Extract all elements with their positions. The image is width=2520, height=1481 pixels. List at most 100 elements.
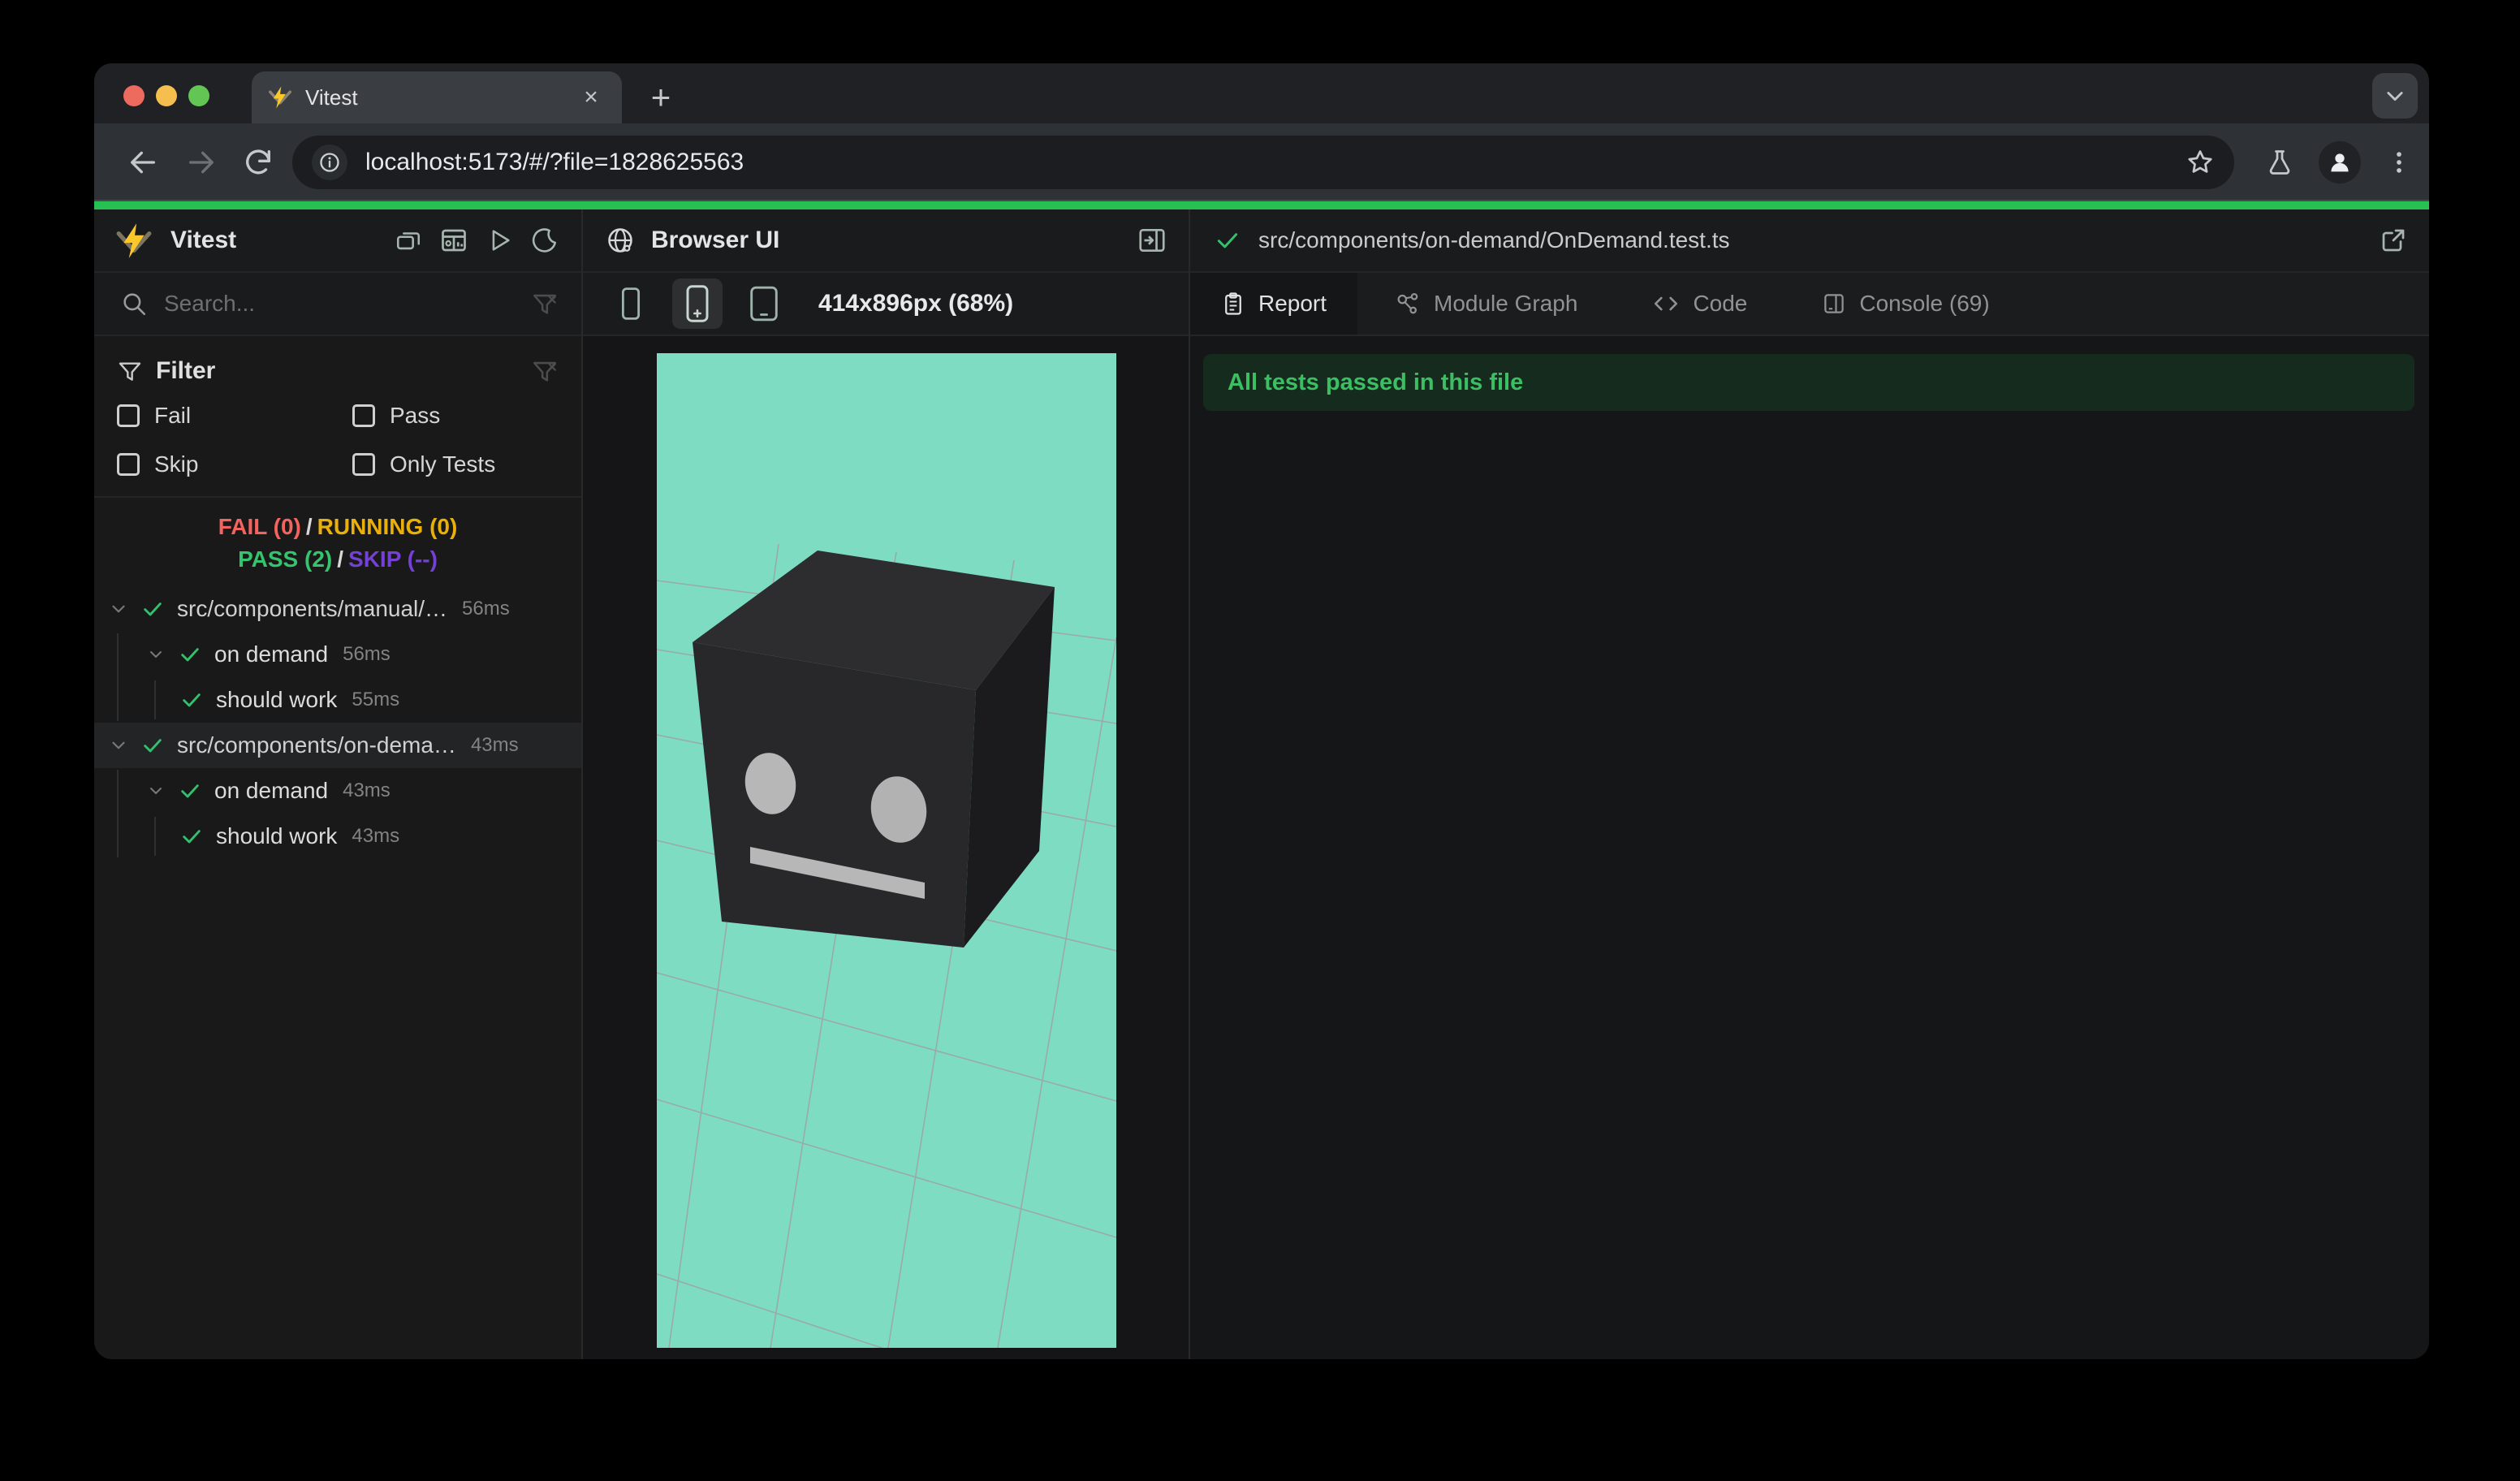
dock-panel-icon[interactable] [1137, 225, 1167, 256]
checkbox-box[interactable] [352, 453, 375, 476]
chevron-down-icon[interactable] [138, 781, 174, 801]
app-title: Vitest [170, 227, 237, 253]
pass-count: PASS (2) [238, 546, 333, 572]
tree-row-test[interactable]: should work 43ms [94, 814, 581, 859]
browser-toolbar: localhost:5173/#/?file=1828625563 [94, 123, 2429, 201]
profile-avatar[interactable] [2319, 141, 2361, 184]
sidebar-actions [393, 225, 560, 256]
file-path: src/components/on-demand/OnDemand.test.t… [1258, 227, 1730, 253]
dark-mode-moon-icon[interactable] [529, 225, 560, 256]
reload-button[interactable] [239, 143, 278, 182]
tab-title: Vitest [305, 84, 358, 110]
bookmark-star-icon[interactable] [2186, 148, 2215, 177]
browser-tab[interactable]: Vitest × [252, 71, 622, 123]
pass-check-icon [136, 734, 169, 757]
file-pass-check-icon [1215, 227, 1241, 253]
viewport-size-label: 414x896px (68%) [818, 290, 1014, 317]
vitest-logo-icon [115, 222, 153, 259]
fail-count: FAIL (0) [218, 514, 301, 539]
menu-dots-icon[interactable] [2385, 149, 2413, 176]
collapse-all-icon[interactable] [393, 225, 424, 256]
duration: 56ms [343, 643, 391, 665]
console-icon [1824, 294, 1845, 313]
chevron-down-icon[interactable] [138, 645, 174, 664]
pass-check-icon [175, 689, 208, 711]
chevron-down-icon[interactable] [101, 598, 136, 620]
run-all-icon[interactable] [484, 225, 515, 256]
filter-checkbox-pass[interactable]: Pass [352, 403, 440, 429]
tree-indent-guide [154, 680, 156, 719]
tab-console[interactable]: Console (69) [1784, 273, 2026, 335]
tab-module-graph[interactable]: Module Graph [1357, 273, 1615, 335]
tab-close-icon[interactable]: × [576, 83, 606, 112]
code-icon [1655, 296, 1678, 311]
tab-report[interactable]: Report [1190, 273, 1357, 335]
browser-ui-header: Browser UI [583, 209, 1189, 273]
chevron-down-icon[interactable] [101, 735, 136, 756]
pass-check-icon [136, 598, 169, 620]
module-graph-icon [1397, 292, 1418, 314]
clipboard-icon [1225, 292, 1241, 315]
tab-search-button[interactable] [2372, 73, 2418, 119]
filter-title: Filter [117, 357, 215, 385]
close-window-button[interactable] [123, 85, 145, 106]
experiments-flask-icon[interactable] [2265, 148, 2294, 177]
filter-section: Filter Fail Pass Skip Only Tests [94, 336, 581, 498]
pass-check-icon [174, 779, 206, 802]
skip-count: SKIP (--) [348, 546, 438, 572]
viewport-toolbar: 414x896px (68%) [583, 273, 1189, 336]
checkbox-box[interactable] [117, 404, 140, 427]
report-panel: src/components/on-demand/OnDemand.test.t… [1190, 209, 2429, 1359]
pass-check-icon [175, 825, 208, 848]
zoom-window-button[interactable] [188, 85, 209, 106]
address-bar[interactable]: localhost:5173/#/?file=1828625563 [292, 136, 2234, 189]
browser-window: Vitest × + localhost:5173/#/?file=182862… [94, 63, 2429, 1359]
pass-check-icon [174, 643, 206, 666]
filter-checkbox-fail[interactable]: Fail [117, 403, 191, 429]
tab-strip: Vitest × + [94, 63, 2429, 123]
robot-head-cube [693, 551, 1055, 948]
tree-row-test[interactable]: should work 55ms [94, 677, 581, 723]
filter-checkbox-skip[interactable]: Skip [117, 451, 198, 477]
open-external-icon[interactable] [2379, 226, 2408, 255]
checkbox-box[interactable] [117, 453, 140, 476]
checkbox-box[interactable] [352, 404, 375, 427]
device-phone-small-button[interactable] [606, 278, 656, 329]
test-summary: FAIL (0) / RUNNING (0) PASS (2) / SKIP (--) [94, 498, 581, 586]
filter-checkbox-only-tests[interactable]: Only Tests [352, 451, 495, 477]
site-info-icon[interactable] [312, 145, 347, 180]
tree-row-file[interactable]: src/components/manual/… 56ms [94, 586, 581, 632]
tree-row-suite[interactable]: on demand 56ms [94, 632, 581, 677]
sidebar: Vitest Search... Filter Fail Pass Skip O… [94, 209, 583, 1359]
browser-ui-panel: Browser UI 414x896px (68%) [583, 209, 1190, 1359]
tree-indent-guide [117, 633, 119, 721]
search-icon [120, 290, 148, 317]
tree-row-file-selected[interactable]: src/components/on-dema… 43ms [94, 723, 581, 768]
search-row [94, 273, 581, 336]
duration: 43ms [470, 734, 519, 756]
tab-code[interactable]: Code [1615, 273, 1784, 335]
vitest-app: Vitest Search... Filter Fail Pass Skip O… [94, 209, 2429, 1359]
back-button[interactable] [123, 143, 162, 182]
clear-search-filter-icon[interactable] [531, 290, 559, 317]
duration: 56ms [462, 598, 510, 620]
clear-filters-icon[interactable] [531, 357, 559, 385]
funnel-icon [119, 362, 141, 381]
tree-row-suite[interactable]: on demand 43ms [94, 768, 581, 814]
sidebar-header: Vitest [94, 209, 581, 273]
url-text: localhost:5173/#/?file=1828625563 [365, 149, 744, 175]
minimize-window-button[interactable] [156, 85, 177, 106]
dashboard-icon[interactable] [438, 225, 469, 256]
summary-line-2: PASS (2) / SKIP (--) [238, 546, 438, 572]
duration: 55ms [352, 689, 400, 710]
forward-button[interactable] [182, 143, 221, 182]
summary-line-1: FAIL (0) / RUNNING (0) [218, 514, 458, 539]
device-phone-large-button[interactable] [672, 278, 723, 329]
tree-indent-guide [117, 770, 119, 857]
rendered-page-canvas[interactable] [657, 353, 1116, 1348]
device-tablet-button[interactable] [739, 278, 789, 329]
new-tab-button[interactable]: + [636, 73, 685, 122]
search-input[interactable] [164, 291, 581, 317]
duration: 43ms [352, 825, 400, 847]
toolbar-right-icons [2265, 141, 2413, 184]
